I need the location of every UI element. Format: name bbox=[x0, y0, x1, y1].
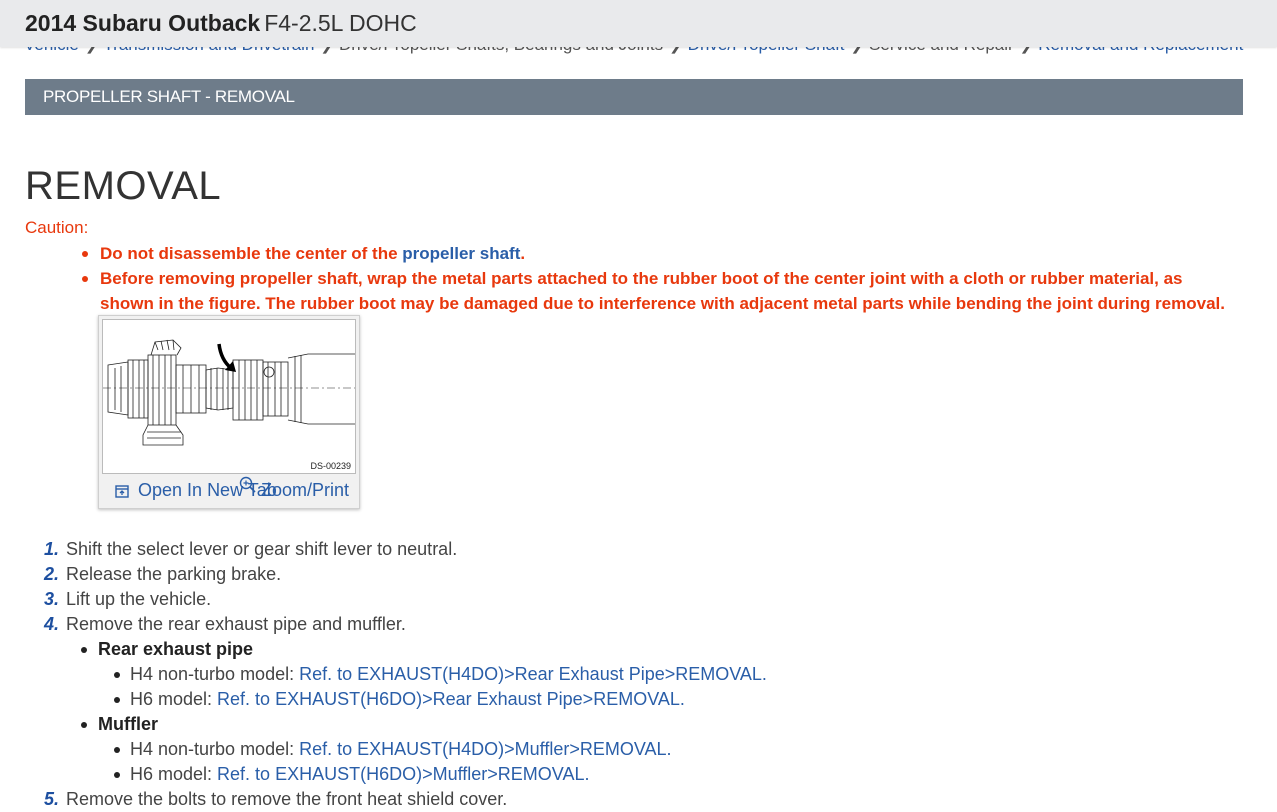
section-heading: REMOVAL bbox=[25, 164, 222, 208]
zoom-in-icon[interactable] bbox=[239, 476, 257, 494]
step-text: Shift the select lever or gear shift lev… bbox=[66, 539, 458, 559]
bullet-icon bbox=[81, 722, 87, 728]
step-item: 5. Remove the bolts to remove the front h… bbox=[44, 787, 1244, 812]
caution-item: Before removing propeller shaft, wrap th… bbox=[80, 266, 1240, 316]
step-item: 1. Shift the select lever or gear shift l… bbox=[44, 537, 1244, 562]
open-in-new-tab-icon bbox=[115, 485, 129, 498]
step-item: 3. Lift up the vehicle. bbox=[44, 587, 1244, 612]
bullet-icon bbox=[114, 772, 120, 778]
ref-prefix: H6 model: bbox=[130, 764, 218, 784]
figure: DS-00239 Open In New Tab Zoom/Print bbox=[98, 315, 360, 509]
page-title: 2014 Subaru Outback F4-2.5L DOHC bbox=[25, 10, 417, 37]
sub-item-rear-exhaust-pipe: Rear exhaust pipe bbox=[44, 637, 1244, 662]
step-text: Remove the rear exhaust pipe and muffler… bbox=[66, 614, 406, 634]
ref-prefix: H4 non-turbo model: bbox=[130, 664, 300, 684]
step-number: 4. bbox=[44, 614, 60, 634]
bullet-icon bbox=[114, 697, 120, 703]
step-text: Lift up the vehicle. bbox=[66, 589, 212, 609]
figure-actions: Open In New Tab Zoom/Print bbox=[99, 476, 359, 506]
figure-code: DS-00239 bbox=[310, 461, 351, 471]
bullet-icon bbox=[81, 647, 87, 653]
sub-item-label: Muffler bbox=[98, 714, 158, 734]
ref-link-h6-muffler[interactable]: Ref. to EXHAUST(H6DO)>Muffler>REMOVAL. bbox=[217, 764, 589, 784]
step-item: 4. Remove the rear exhaust pipe and muffl… bbox=[44, 612, 1244, 787]
sub-item-label: Rear exhaust pipe bbox=[98, 639, 254, 659]
sub-item-muffler: Muffler bbox=[44, 712, 1244, 737]
caution-label: Caution: bbox=[25, 218, 89, 237]
ref-item: H4 non-turbo model: Ref. to EXHAUST(H4DO… bbox=[44, 737, 1244, 762]
step-text: Remove the bolts to remove the front hea… bbox=[66, 789, 508, 809]
propeller-shaft-drawing bbox=[103, 339, 355, 446]
step-text: Release the parking brake. bbox=[66, 564, 282, 584]
caution-text: Do not disassemble the center of the bbox=[100, 244, 403, 263]
ref-link-h6-rear-exhaust[interactable]: Ref. to EXHAUST(H6DO)>Rear Exhaust Pipe>… bbox=[217, 689, 685, 709]
propeller-shaft-diagram[interactable]: DS-00239 bbox=[102, 319, 356, 474]
caution-text: Before removing propeller shaft, wrap th… bbox=[100, 269, 1225, 313]
ref-item: H6 model: Ref. to EXHAUST(H6DO)>Muffler>… bbox=[44, 762, 1244, 787]
zoom-print-link[interactable]: Zoom/Print bbox=[261, 480, 349, 501]
caution-text: . bbox=[520, 244, 526, 263]
step-number: 5. bbox=[44, 789, 60, 809]
vehicle-header: 2014 Subaru Outback F4-2.5L DOHC bbox=[0, 0, 1277, 47]
section-banner: PROPELLER SHAFT - REMOVAL bbox=[25, 79, 1243, 115]
step-number: 2. bbox=[44, 564, 60, 584]
bullet-icon bbox=[114, 747, 120, 753]
step-number: 3. bbox=[44, 589, 60, 609]
engine-name: F4-2.5L DOHC bbox=[264, 10, 417, 36]
procedure-steps: 1. Shift the select lever or gear shift l… bbox=[44, 537, 1244, 812]
propeller-shaft-link[interactable]: propeller shaft bbox=[402, 244, 520, 263]
caution-item: Do not disassemble the center of the pro… bbox=[80, 241, 1240, 266]
step-sub-list: Rear exhaust pipe H4 non-turbo model: Re… bbox=[44, 637, 1244, 787]
ref-prefix: H6 model: bbox=[130, 689, 218, 709]
ref-link-h4-rear-exhaust[interactable]: Ref. to EXHAUST(H4DO)>Rear Exhaust Pipe>… bbox=[299, 664, 767, 684]
ref-link-h4-muffler[interactable]: Ref. to EXHAUST(H4DO)>Muffler>REMOVAL. bbox=[299, 739, 671, 759]
step-item: 2. Release the parking brake. bbox=[44, 562, 1244, 587]
caution-list: Do not disassemble the center of the pro… bbox=[80, 241, 1240, 316]
ref-prefix: H4 non-turbo model: bbox=[130, 739, 300, 759]
step-number: 1. bbox=[44, 539, 60, 559]
ref-item: H4 non-turbo model: Ref. to EXHAUST(H4DO… bbox=[44, 662, 1244, 687]
ref-item: H6 model: Ref. to EXHAUST(H6DO)>Rear Exh… bbox=[44, 687, 1244, 712]
vehicle-name: 2014 Subaru Outback bbox=[25, 10, 261, 36]
bullet-icon bbox=[114, 672, 120, 678]
